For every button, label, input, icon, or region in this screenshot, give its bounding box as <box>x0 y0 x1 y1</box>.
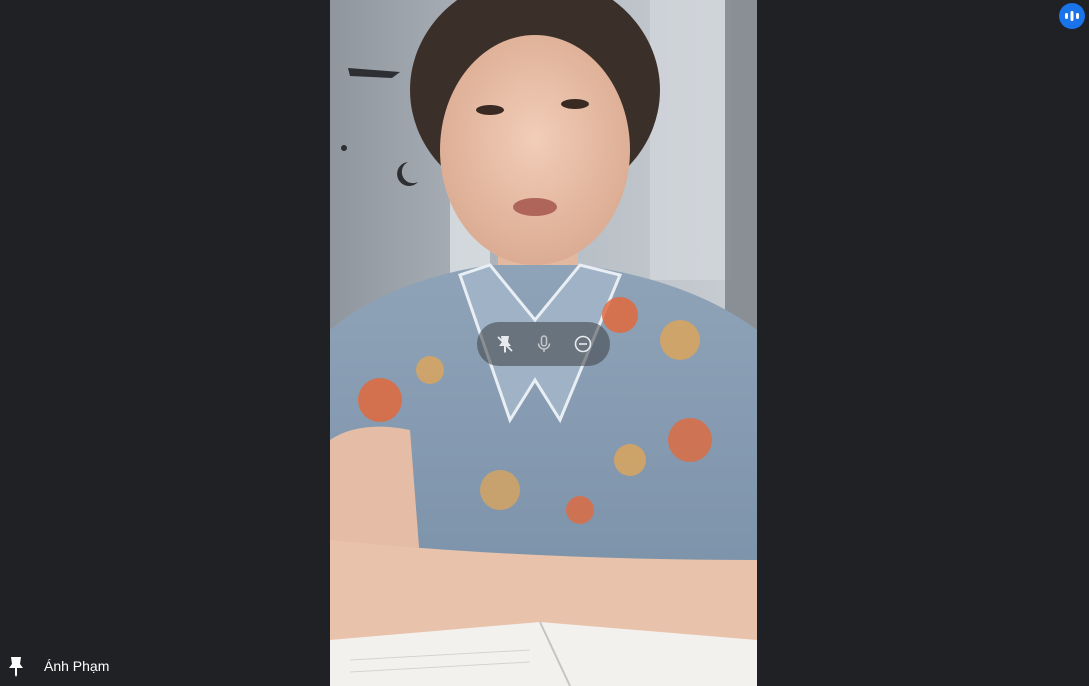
meeting-stage: Ánh Phạm <box>0 0 1089 686</box>
remove-participant-button[interactable] <box>566 327 600 361</box>
participant-name: Ánh Phạm <box>44 658 110 674</box>
participant-video-tile[interactable] <box>330 0 757 686</box>
audio-level-icon <box>1065 11 1079 21</box>
pin-icon[interactable] <box>8 656 24 678</box>
pin-off-icon <box>496 336 513 353</box>
speaking-indicator <box>1059 3 1085 29</box>
mute-participant-button[interactable] <box>527 327 561 361</box>
unpin-button[interactable] <box>488 327 522 361</box>
tile-controls-overlay <box>477 322 610 366</box>
microphone-icon <box>537 335 550 352</box>
remove-icon <box>574 335 591 353</box>
